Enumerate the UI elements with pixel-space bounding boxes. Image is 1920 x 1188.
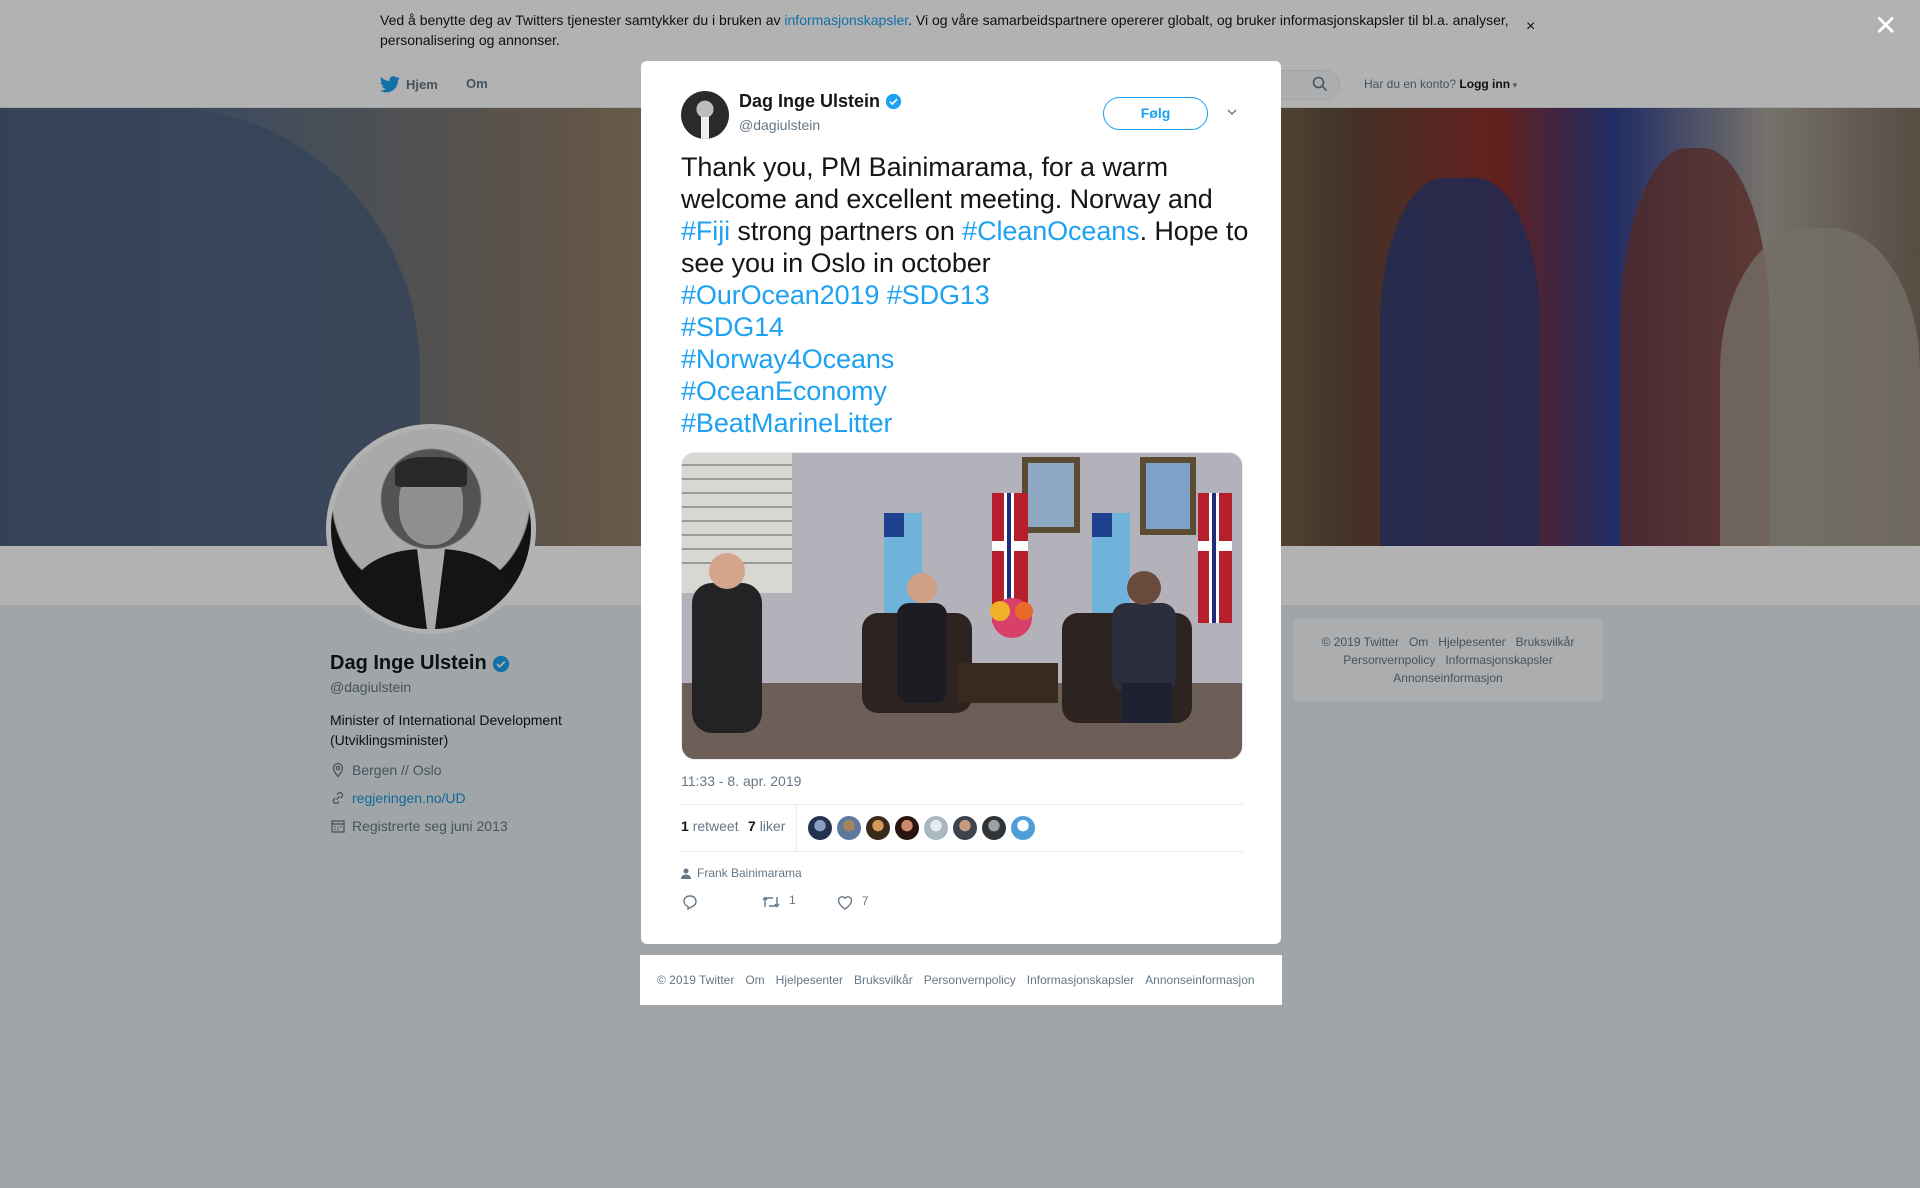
liker-avatar[interactable] [1011,816,1035,840]
tagged-person-name: Frank Bainimarama [697,866,802,880]
like-count: 7 [748,818,756,834]
close-icon[interactable]: ✕ [1874,12,1897,40]
hashtag-link[interactable]: #SDG14 [681,312,784,342]
person-icon [681,868,691,879]
liker-avatar[interactable] [808,816,832,840]
meeting-photo-illustration [682,453,1242,759]
hashtag-link[interactable]: #OceanEconomy [681,376,887,406]
retweet-icon [762,896,780,908]
like-stat[interactable]: 7 liker [748,818,785,834]
like-button[interactable]: 7 [836,893,869,911]
liker-avatar[interactable] [982,816,1006,840]
reply-icon [683,895,697,911]
reply-button[interactable] [681,893,699,911]
footer-link[interactable]: Bruksvilkår [854,973,913,987]
tweet-text-part: Thank you, PM Bainimarama, for a warm we… [681,152,1213,214]
tweet-actions: 1 7 [681,893,908,911]
author-name[interactable]: Dag Inge Ulstein [739,91,902,112]
like-stat-label: liker [759,818,786,834]
footer-link[interactable]: Om [745,973,764,987]
tweet-stats: 1 retweet 7 liker [681,804,1243,852]
modal-footer: © 2019 Twitter Om Hjelpesenter Bruksvilk… [640,955,1282,1005]
author-handle[interactable]: @dagiulstein [739,117,820,133]
retweet-action-count: 1 [789,893,796,907]
hashtag-link[interactable]: #BeatMarineLitter [681,408,893,438]
liker-avatar[interactable] [866,816,890,840]
tweet-text: Thank you, PM Bainimarama, for a warm we… [681,151,1251,439]
tweet-text-part: strong partners on [730,216,963,246]
author-name-text: Dag Inge Ulstein [739,91,881,111]
like-action-count: 7 [861,893,869,908]
retweet-button[interactable]: 1 [761,893,796,911]
tweet-modal: Dag Inge Ulstein @dagiulstein Følg Thank… [641,61,1281,944]
retweet-stat[interactable]: 1 retweet [681,818,739,834]
stats-divider [796,805,797,851]
tweet-timestamp[interactable]: 11:33 - 8. apr. 2019 [681,773,801,789]
author-avatar[interactable] [681,91,729,139]
liker-avatars [808,816,1035,840]
follow-button[interactable]: Følg [1103,97,1208,130]
footer-link[interactable]: Informasjonskapsler [1027,973,1134,987]
hashtag-link[interactable]: #Norway4Oceans [681,344,894,374]
tagged-person[interactable]: Frank Bainimarama [681,866,802,880]
footer-copyright: © 2019 Twitter [657,973,735,987]
heart-icon [837,895,852,910]
hashtag-link[interactable]: #Fiji [681,216,730,246]
liker-avatar[interactable] [895,816,919,840]
footer-link[interactable]: Personvernpolicy [924,973,1016,987]
liker-avatar[interactable] [837,816,861,840]
hashtag-link[interactable]: #CleanOceans [962,216,1140,246]
liker-avatar[interactable] [924,816,948,840]
liker-avatar[interactable] [953,816,977,840]
footer-link[interactable]: Annonseinformasjon [1145,973,1254,987]
tweet-photo[interactable] [681,452,1243,760]
hashtag-link[interactable]: #OurOcean2019 [681,280,879,310]
verified-badge-icon [885,93,902,110]
footer-link[interactable]: Hjelpesenter [776,973,843,987]
hashtag-link[interactable]: #SDG13 [887,280,990,310]
chevron-down-icon[interactable] [1227,107,1237,117]
retweet-stat-label: retweet [692,818,739,834]
retweet-count: 1 [681,818,689,834]
